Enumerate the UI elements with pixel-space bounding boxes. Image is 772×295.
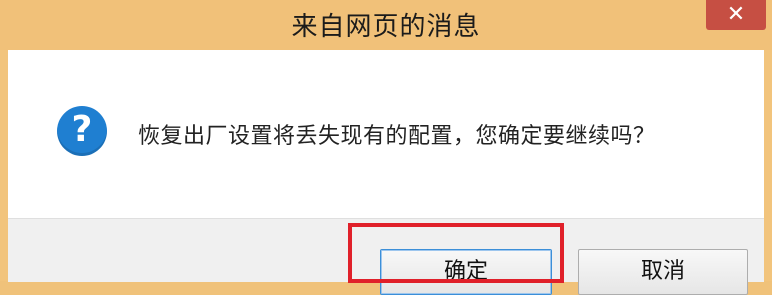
dialog-body: ? 恢复出厂设置将丢失现有的配置，您确定要继续吗？ 确定 取消: [8, 50, 764, 295]
close-icon: ✕: [726, 2, 746, 27]
message-dialog: 来自网页的消息 ✕ ? 恢复出厂设置将丢失现有的配置，您确定要继续吗？ 确定 取…: [0, 0, 772, 295]
title-bar[interactable]: 来自网页的消息 ✕: [0, 0, 772, 50]
button-bar: 确定 取消: [8, 218, 764, 295]
dialog-title: 来自网页的消息: [291, 12, 481, 42]
question-icon: ?: [57, 106, 107, 156]
message-area: ? 恢复出厂设置将丢失现有的配置，您确定要继续吗？: [8, 50, 764, 218]
dialog-message: 恢复出厂设置将丢失现有的配置，您确定要继续吗？: [138, 124, 656, 149]
cancel-button: 取消: [578, 249, 748, 295]
question-mark-glyph: ?: [71, 109, 93, 150]
ok-button[interactable]: 确定: [380, 249, 552, 295]
close-button[interactable]: ✕: [706, 0, 766, 30]
